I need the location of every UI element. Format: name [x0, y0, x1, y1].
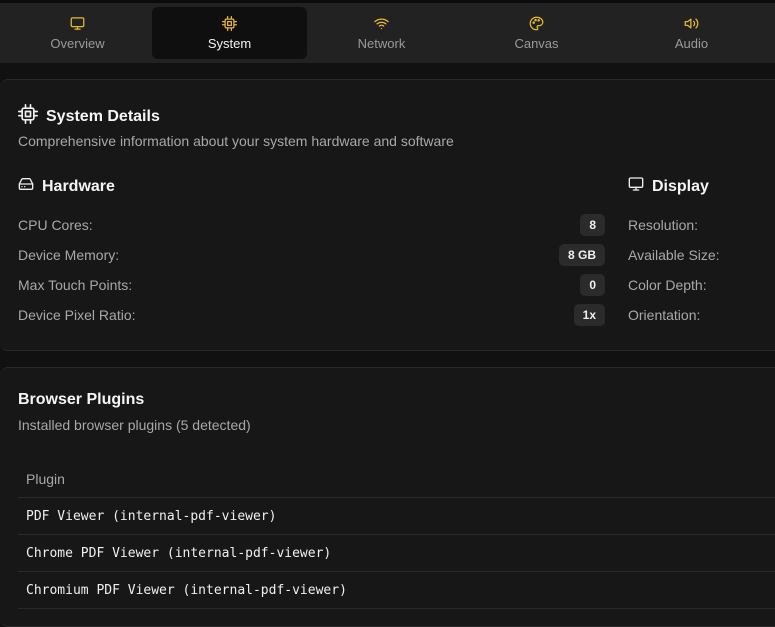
- table-header-plugin: Plugin: [18, 460, 775, 498]
- tab-system[interactable]: System: [152, 7, 307, 59]
- tab-canvas[interactable]: Canvas: [459, 7, 614, 59]
- row-label: Device Pixel Ratio:: [18, 307, 136, 323]
- row-label: CPU Cores:: [18, 217, 93, 233]
- table-row: Chromium PDF Viewer (internal-pdf-viewer…: [18, 572, 775, 609]
- cpu-icon: [18, 104, 46, 129]
- tab-audio[interactable]: Audio: [614, 7, 769, 59]
- tab-bar: Overview System Network Canvas Audio: [0, 3, 775, 63]
- row-label: Max Touch Points:: [18, 277, 133, 293]
- page-title: System Details: [46, 107, 160, 125]
- volume-icon: [684, 15, 700, 31]
- display-label-available-size: Available Size:: [628, 247, 720, 263]
- plugins-title: Browser Plugins: [18, 391, 145, 408]
- plugins-table: Plugin PDF Viewer (internal-pdf-viewer) …: [18, 460, 775, 609]
- hardware-heading-label: Hardware: [42, 177, 115, 195]
- row-label: Device Memory:: [18, 247, 120, 263]
- page-subtitle: Comprehensive information about your sys…: [18, 133, 454, 149]
- system-details-card: System Details Comprehensive information…: [0, 79, 775, 351]
- display-heading: Display: [628, 176, 709, 197]
- table-row: Chrome PDF Viewer (internal-pdf-viewer): [18, 535, 775, 572]
- browser-plugins-card: Browser Plugins Installed browser plugin…: [0, 367, 775, 627]
- display-heading-label: Display: [652, 177, 709, 195]
- display-label-color-depth: Color Depth:: [628, 277, 707, 293]
- monitor-icon: [628, 176, 652, 197]
- wifi-icon: [374, 15, 390, 31]
- palette-icon: [529, 15, 545, 31]
- hardware-row-cpu-cores: CPU Cores: 8: [18, 214, 605, 236]
- display-label-orientation: Orientation:: [628, 307, 701, 323]
- value-badge: 1x: [573, 304, 605, 326]
- system-details-header: System Details: [18, 104, 160, 129]
- tab-label: Canvas: [514, 36, 559, 51]
- hardware-row-device-pixel-ratio: Device Pixel Ratio: 1x: [18, 304, 605, 326]
- hardware-row-device-memory: Device Memory: 8 GB: [18, 244, 605, 266]
- value-badge: 0: [580, 274, 605, 296]
- value-badge: 8: [580, 214, 605, 236]
- tab-overview[interactable]: Overview: [0, 7, 155, 59]
- tab-label: Overview: [50, 36, 105, 51]
- hard-drive-icon: [18, 176, 42, 197]
- monitor-icon: [70, 15, 86, 31]
- hardware-row-max-touch-points: Max Touch Points: 0: [18, 274, 605, 296]
- tab-network[interactable]: Network: [304, 7, 459, 59]
- display-label-resolution: Resolution:: [628, 217, 699, 233]
- cpu-icon: [222, 15, 238, 31]
- tab-label: Audio: [674, 36, 709, 51]
- tab-label: System: [207, 36, 252, 51]
- hardware-heading: Hardware: [18, 176, 115, 197]
- table-row: PDF Viewer (internal-pdf-viewer): [18, 498, 775, 535]
- plugins-subtitle: Installed browser plugins (5 detected): [18, 417, 251, 433]
- tab-label: Network: [357, 36, 406, 51]
- value-badge: 8 GB: [558, 244, 605, 266]
